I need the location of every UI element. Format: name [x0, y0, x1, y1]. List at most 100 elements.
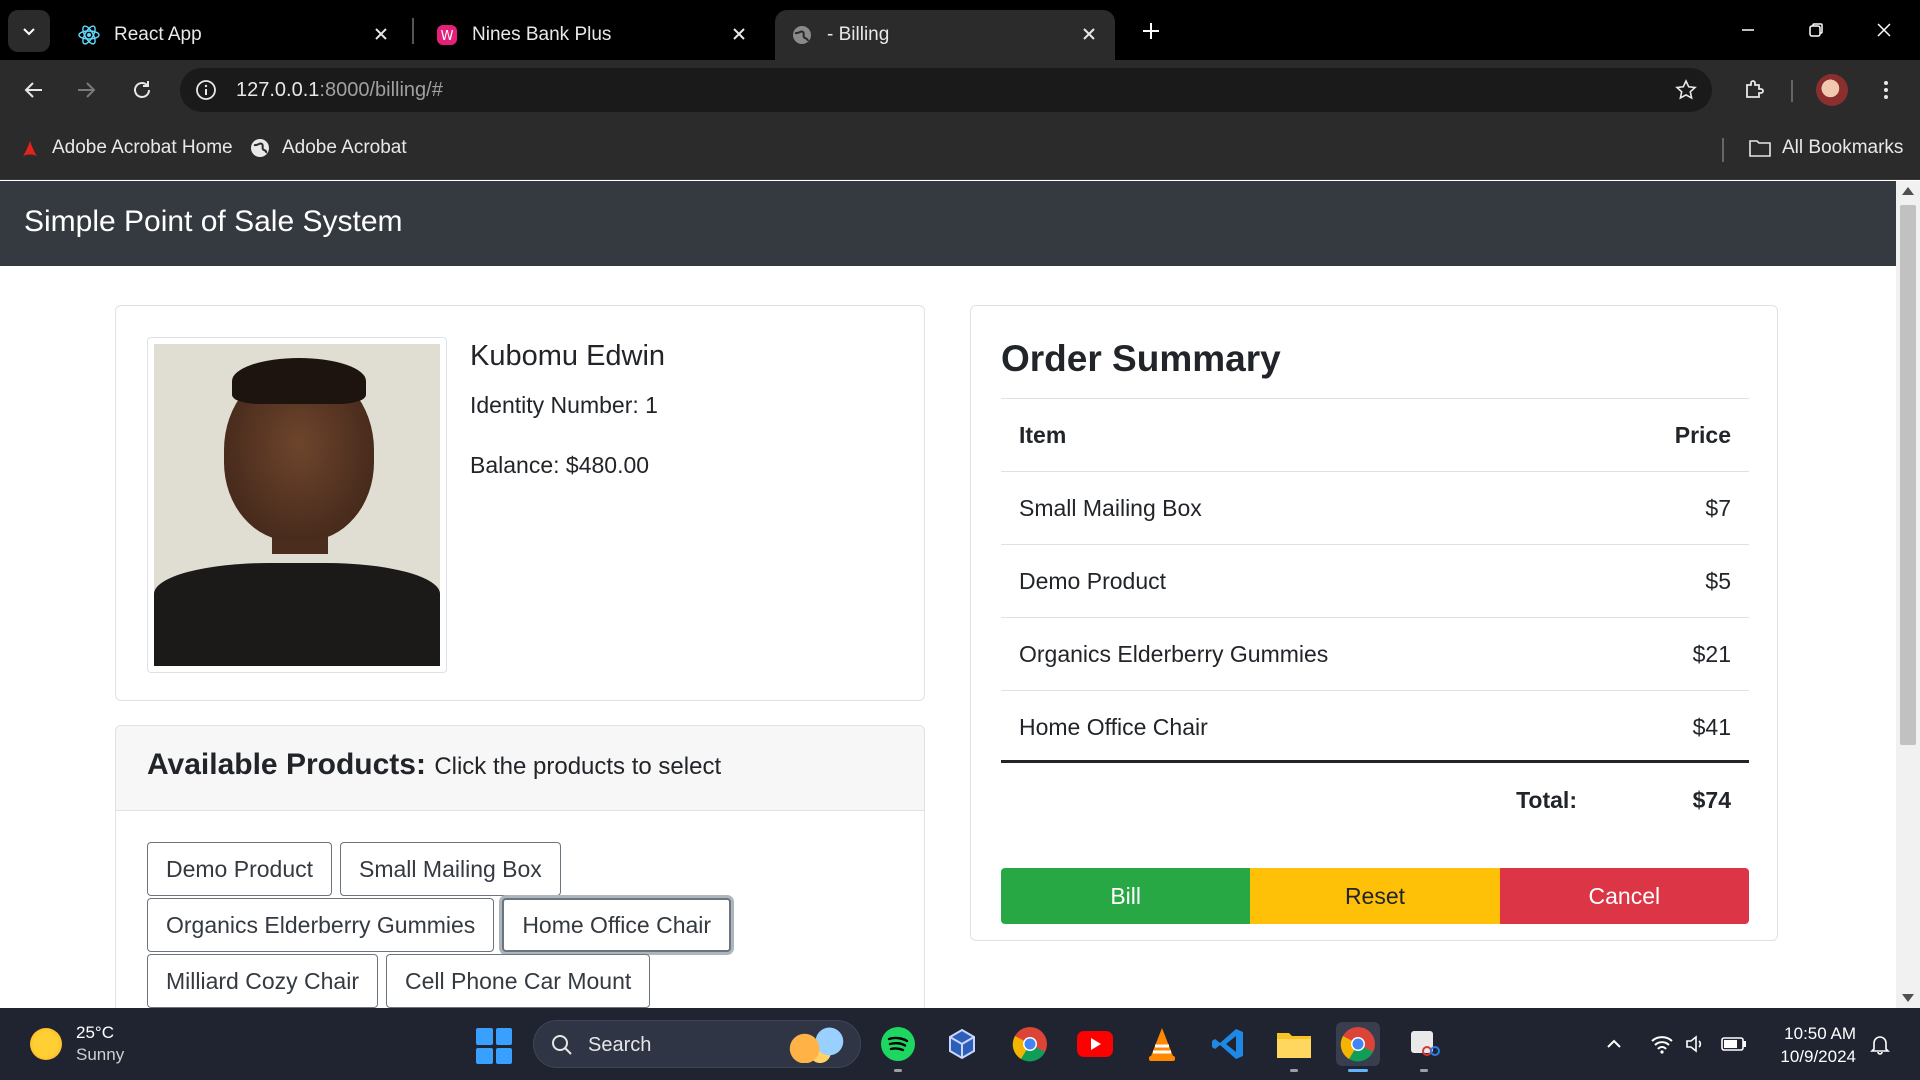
- minimize-button[interactable]: [1726, 10, 1770, 50]
- folder-icon: [1277, 1033, 1311, 1058]
- product-button-home-office-chair[interactable]: Home Office Chair: [502, 898, 732, 952]
- scroll-down-icon[interactable]: [1902, 994, 1914, 1002]
- products-header: Available Products: Click the products t…: [116, 726, 924, 811]
- table-row: Small Mailing Box $7: [1001, 471, 1749, 544]
- clock-time: 10:50 AM: [1784, 1024, 1856, 1043]
- cube-icon: [949, 1028, 975, 1060]
- system-clock[interactable]: 10:50 AM 10/9/2024: [1768, 1022, 1856, 1068]
- customer-identity: Identity Number: 1: [470, 392, 658, 418]
- browser-menu-button[interactable]: [1866, 70, 1906, 110]
- app-brand[interactable]: Simple Point of Sale System: [24, 205, 403, 239]
- file-explorer-app[interactable]: [1272, 1022, 1316, 1072]
- new-tab-button[interactable]: [1132, 14, 1170, 48]
- product-button-small-mailing-box[interactable]: Small Mailing Box: [340, 842, 561, 896]
- speaker-icon: [1686, 1035, 1702, 1053]
- chevron-up-icon: [1607, 1039, 1621, 1048]
- customer-card: Kubomu Edwin Identity Number: 1 Balance:…: [115, 305, 925, 701]
- wifi-status[interactable]: [1648, 1030, 1676, 1058]
- extensions-button[interactable]: [1734, 70, 1774, 110]
- tab-title: React App: [114, 24, 202, 45]
- row-price: $41: [1692, 714, 1731, 740]
- tab-search-button[interactable]: [8, 10, 50, 52]
- spotify-app[interactable]: [876, 1022, 920, 1072]
- tab-react-app[interactable]: React App: [62, 10, 407, 60]
- order-summary-title: Order Summary: [1001, 338, 1281, 379]
- customer-photo: [147, 337, 447, 673]
- windows-taskbar: 25°C Sunny Search 10:50 AM 10/9/2024: [0, 1008, 1920, 1080]
- scroll-up-icon[interactable]: [1902, 187, 1914, 195]
- row-price: $5: [1705, 568, 1731, 594]
- taskbar-search[interactable]: Search: [533, 1020, 861, 1068]
- close-window-button[interactable]: [1862, 10, 1906, 50]
- reset-button[interactable]: Reset: [1250, 868, 1500, 924]
- total-label: Total:: [1516, 787, 1577, 813]
- search-highlight-icon: [786, 1027, 848, 1063]
- close-icon[interactable]: [371, 24, 391, 44]
- chevron-down-icon: [23, 28, 35, 36]
- battery-status[interactable]: [1720, 1030, 1748, 1058]
- table-header: Item Price: [1001, 398, 1749, 471]
- tab-nines-bank[interactable]: W Nines Bank Plus: [420, 10, 765, 60]
- all-bookmarks[interactable]: All Bookmarks: [1748, 136, 1903, 160]
- products-title: Available Products:: [147, 748, 426, 781]
- bookmark-divider: [1722, 138, 1724, 162]
- globe-icon: [248, 136, 272, 160]
- back-button[interactable]: [14, 70, 54, 110]
- page-content: Simple Point of Sale System Kubomu Edwin…: [0, 181, 1896, 1008]
- acrobat-icon: [18, 136, 42, 160]
- order-actions: Bill Reset Cancel: [1001, 868, 1749, 924]
- start-button[interactable]: [476, 1028, 512, 1064]
- site-info-icon[interactable]: [194, 78, 218, 102]
- youtube-app[interactable]: [1073, 1022, 1117, 1066]
- bookmark-adobe-acrobat-home[interactable]: Adobe Acrobat Home: [18, 136, 233, 160]
- cancel-button[interactable]: Cancel: [1499, 868, 1749, 924]
- weather-temp: 25°C: [76, 1023, 114, 1042]
- weather-widget[interactable]: 25°C Sunny: [30, 1022, 124, 1066]
- customer-balance: Balance: $480.00: [470, 452, 650, 478]
- scroll-thumb[interactable]: [1900, 205, 1916, 745]
- vlc-icon: [1149, 1028, 1175, 1061]
- plus-icon: [1143, 23, 1159, 39]
- search-placeholder: Search: [588, 1034, 652, 1056]
- snipping-tool-app[interactable]: [1402, 1022, 1446, 1072]
- product-button-organics-elderberry-gummies[interactable]: Organics Elderberry Gummies: [147, 898, 495, 952]
- product-list: Demo Product Small Mailing Box Organics …: [147, 842, 907, 1008]
- address-bar[interactable]: 127.0.0.1:8000/billing/#: [180, 68, 1712, 112]
- product-button-milliard-cozy-chair[interactable]: Milliard Cozy Chair: [147, 954, 378, 1008]
- bell-icon: [1870, 1036, 1890, 1055]
- page-scrollbar[interactable]: [1896, 181, 1920, 1008]
- forward-button[interactable]: [66, 70, 106, 110]
- total-value: $74: [1692, 787, 1731, 813]
- virtualbox-app[interactable]: [940, 1022, 984, 1066]
- youtube-icon: [1077, 1031, 1113, 1057]
- reload-button[interactable]: [122, 70, 162, 110]
- chrome-active-app[interactable]: [1336, 1022, 1380, 1072]
- product-button-cell-phone-car-mount[interactable]: Cell Phone Car Mount: [385, 954, 651, 1008]
- bill-button[interactable]: Bill: [1001, 868, 1251, 924]
- tab-billing[interactable]: - Billing: [775, 10, 1115, 60]
- scissors-icon: [1411, 1031, 1440, 1056]
- more-vertical-icon: [1884, 81, 1888, 99]
- products-subtitle: Click the products to select: [434, 753, 722, 780]
- close-icon[interactable]: [1079, 24, 1099, 44]
- bank-logo-icon: W: [436, 24, 458, 46]
- product-button-demo-product[interactable]: Demo Product: [147, 842, 333, 896]
- profile-avatar[interactable]: [1816, 74, 1848, 106]
- close-icon[interactable]: [729, 24, 749, 44]
- puzzle-icon: [1746, 80, 1764, 98]
- restore-button[interactable]: [1794, 10, 1838, 50]
- chrome-app[interactable]: [1008, 1022, 1052, 1066]
- wifi-icon: [1651, 1036, 1673, 1054]
- close-icon: [1877, 23, 1891, 37]
- star-icon[interactable]: [1674, 78, 1698, 102]
- vlc-app[interactable]: [1140, 1022, 1184, 1066]
- vscode-app[interactable]: [1206, 1022, 1250, 1066]
- row-price: $7: [1705, 495, 1731, 521]
- tray-overflow-button[interactable]: [1600, 1030, 1628, 1058]
- arrow-left-icon: [24, 82, 42, 98]
- order-summary-card: Order Summary Item Price Small Mailing B…: [970, 305, 1778, 941]
- notifications-button[interactable]: [1866, 1030, 1894, 1058]
- volume-status[interactable]: [1682, 1030, 1710, 1058]
- bookmark-adobe-acrobat[interactable]: Adobe Acrobat: [248, 136, 407, 160]
- products-card: Available Products: Click the products t…: [115, 725, 925, 1008]
